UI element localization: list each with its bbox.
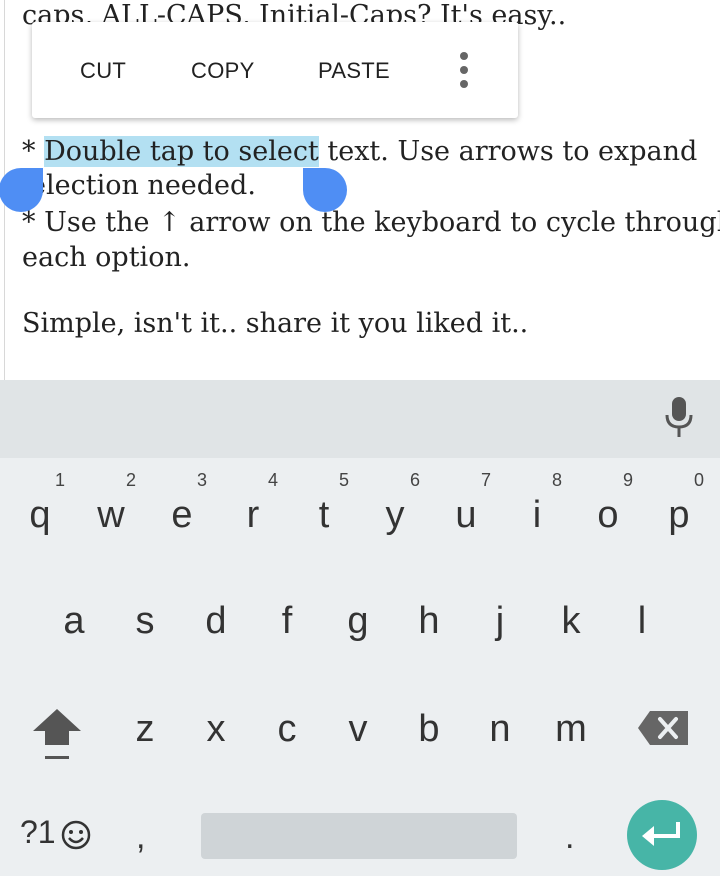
key-u[interactable]: u — [431, 494, 501, 537]
key-i[interactable]: i — [502, 494, 572, 537]
key-c[interactable]: c — [252, 708, 322, 751]
key-k[interactable]: k — [536, 600, 606, 643]
key-r[interactable]: r — [218, 494, 288, 537]
key-hint-5: 5 — [338, 470, 349, 490]
key-j[interactable]: j — [465, 600, 535, 643]
mic-icon[interactable] — [664, 397, 694, 439]
text-selection-menu: CUT COPY PASTE — [32, 22, 518, 118]
key-a[interactable]: a — [39, 600, 109, 643]
key-hint-2: 2 — [125, 470, 136, 490]
enter-icon — [642, 822, 680, 846]
key-p[interactable]: p — [644, 494, 714, 537]
key-m[interactable]: m — [536, 708, 606, 751]
key-g[interactable]: g — [323, 600, 393, 643]
symbols-key[interactable]: ?1 — [20, 814, 56, 851]
key-t[interactable]: t — [289, 494, 359, 537]
key-e[interactable]: e — [147, 494, 217, 537]
paste-button[interactable]: PASTE — [318, 58, 390, 84]
key-o[interactable]: o — [573, 494, 643, 537]
doc-line-2: election needed. — [30, 170, 256, 201]
selection-handle-end[interactable] — [303, 168, 347, 212]
key-w[interactable]: w — [76, 494, 146, 537]
emoji-icon[interactable] — [60, 819, 92, 851]
key-hint-8: 8 — [551, 470, 562, 490]
key-hint-4: 4 — [267, 470, 278, 490]
doc-line-4: each option. — [22, 242, 191, 273]
enter-key[interactable] — [627, 800, 697, 870]
key-q[interactable]: q — [5, 494, 75, 537]
key-s[interactable]: s — [110, 600, 180, 643]
key-hint-3: 3 — [196, 470, 207, 490]
key-y[interactable]: y — [360, 494, 430, 537]
comma-key[interactable]: , — [136, 818, 145, 857]
shift-icon[interactable] — [33, 709, 81, 761]
key-b[interactable]: b — [394, 708, 464, 751]
key-d[interactable]: d — [181, 600, 251, 643]
doc-line-1-prefix: * — [22, 136, 45, 167]
doc-line-1[interactable]: * Double tap to select text. Use arrows … — [22, 134, 697, 169]
document-area[interactable]: caps, ALL-CAPS, Initial-Caps? It's easy.… — [0, 0, 720, 380]
selection-handle-start[interactable] — [0, 168, 43, 212]
key-l[interactable]: l — [607, 600, 677, 643]
backspace-icon[interactable] — [638, 711, 688, 745]
key-hint-7: 7 — [480, 470, 491, 490]
key-h[interactable]: h — [394, 600, 464, 643]
cut-button[interactable]: CUT — [80, 58, 126, 84]
key-hint-6: 6 — [409, 470, 420, 490]
spacebar[interactable] — [201, 813, 517, 859]
doc-line-3: * Use the ↑ arrow on the keyboard to cyc… — [22, 207, 720, 238]
key-hint-0: 0 — [693, 470, 704, 490]
doc-line-1-rest: text. Use arrows to expand — [318, 136, 698, 167]
doc-line-5: Simple, isn't it.. share it you liked it… — [22, 308, 529, 339]
symbols-key-label: ?1 — [20, 814, 56, 850]
key-n[interactable]: n — [465, 708, 535, 751]
key-hint-1: 1 — [54, 470, 65, 490]
key-x[interactable]: x — [181, 708, 251, 751]
suggestion-strip — [0, 380, 720, 458]
key-v[interactable]: v — [323, 708, 393, 751]
key-z[interactable]: z — [110, 708, 180, 751]
overflow-menu-icon[interactable] — [456, 52, 472, 88]
copy-button[interactable]: COPY — [191, 58, 255, 84]
key-hint-9: 9 — [622, 470, 633, 490]
period-key[interactable]: . — [565, 818, 574, 857]
selected-text[interactable]: Double tap to select — [44, 136, 319, 167]
key-f[interactable]: f — [252, 600, 322, 643]
